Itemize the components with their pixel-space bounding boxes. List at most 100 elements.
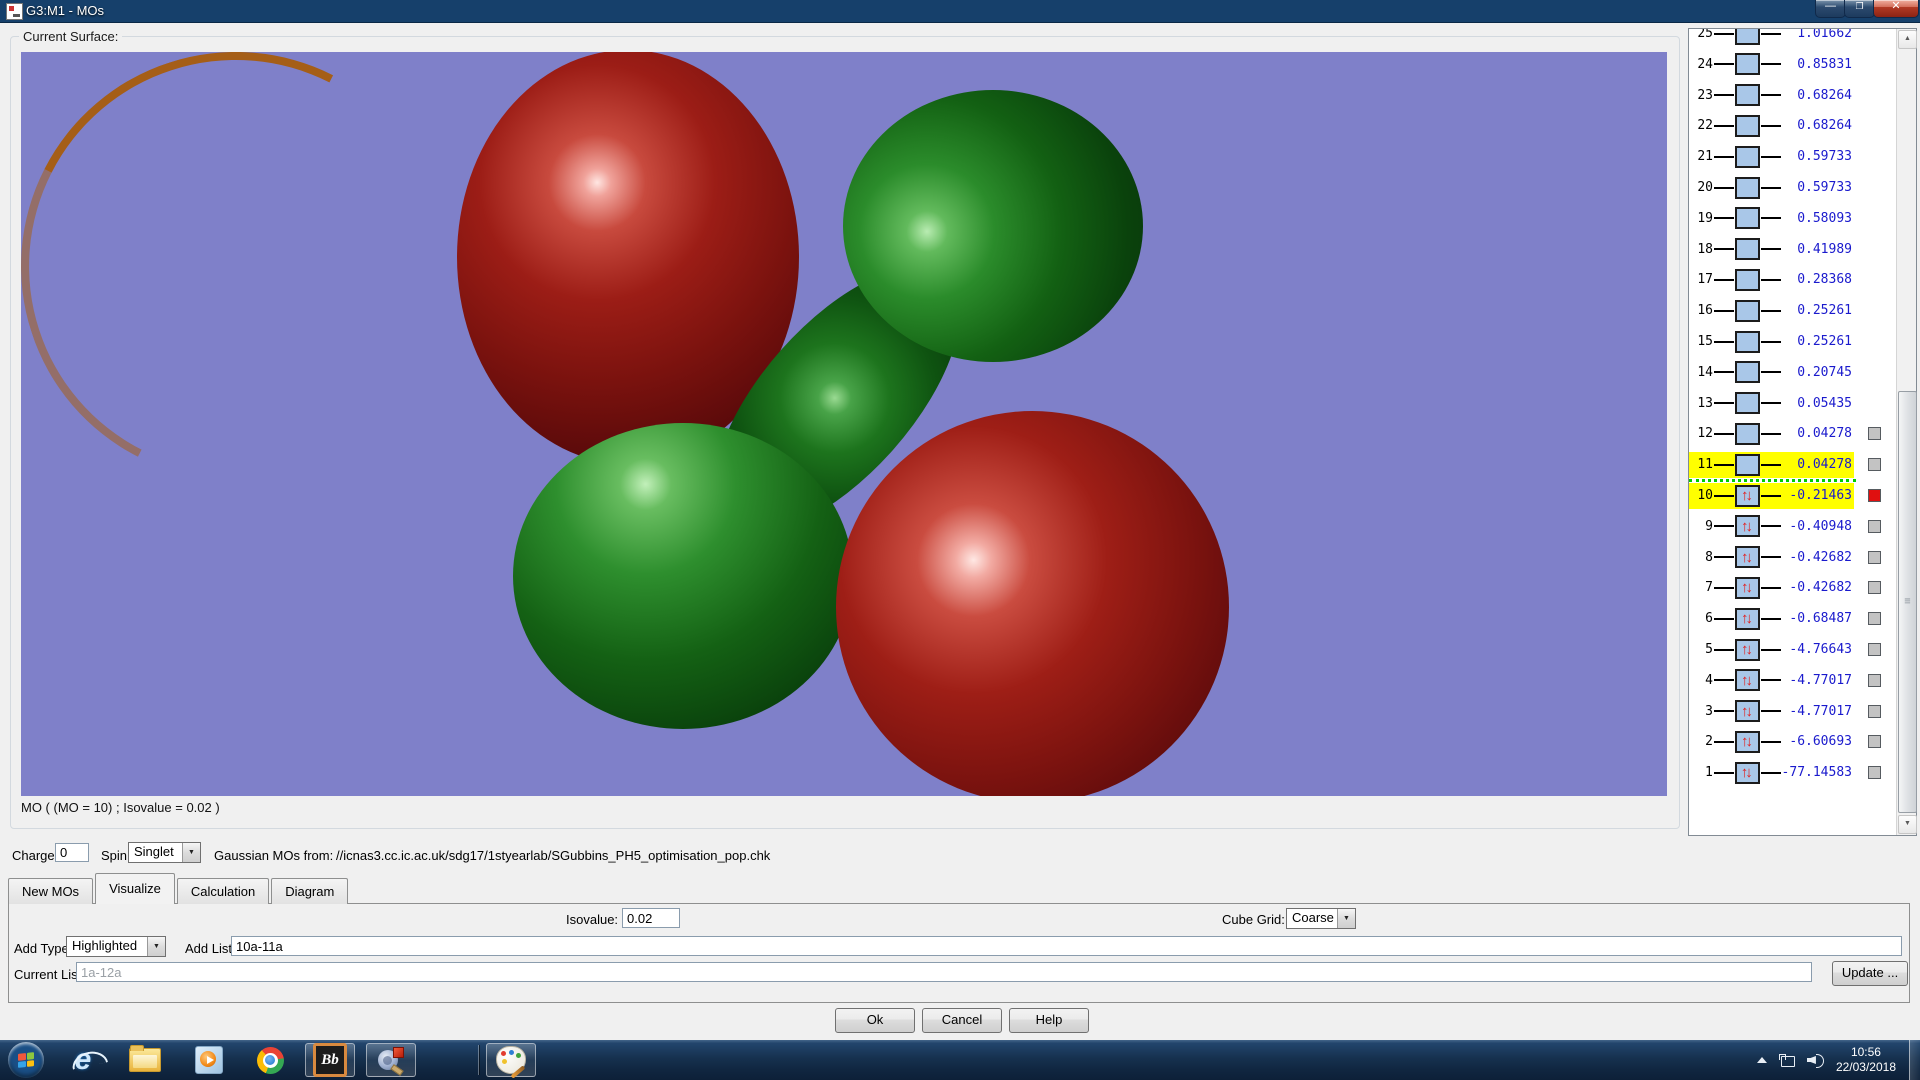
orbital-box[interactable]	[1735, 423, 1760, 445]
mo-row-2[interactable]: 2↑↓-6.60693	[1689, 726, 1894, 757]
orbital-box[interactable]	[1735, 269, 1760, 291]
orbital-box[interactable]: ↑↓	[1735, 515, 1760, 537]
mo-row-25[interactable]: 251.01662	[1689, 29, 1894, 49]
taskbar-clock[interactable]: 10:56 22/03/2018	[1836, 1045, 1896, 1075]
orbital-box[interactable]	[1735, 331, 1760, 353]
minimize-button[interactable]: —	[1815, 0, 1846, 18]
mo-row-17[interactable]: 170.28368	[1689, 264, 1894, 295]
mo-visible-checkbox[interactable]	[1868, 551, 1881, 564]
mo-visible-checkbox[interactable]	[1868, 674, 1881, 687]
show-desktop-button[interactable]	[1909, 1040, 1920, 1080]
taskbar-blackboard[interactable]: Bb	[305, 1043, 355, 1077]
add-type-dropdown[interactable]: Highlighted ▼	[66, 936, 166, 957]
orbital-box[interactable]: ↑↓	[1735, 577, 1760, 599]
add-list-input[interactable]	[231, 936, 1902, 956]
tab-calculation[interactable]: Calculation	[177, 878, 269, 904]
mo-row-main[interactable]: 240.85831	[1689, 51, 1854, 77]
isovalue-input[interactable]	[622, 908, 680, 928]
close-button[interactable]: ✕	[1873, 0, 1919, 18]
mo-row-12[interactable]: 120.04278	[1689, 418, 1894, 449]
orbital-box[interactable]	[1735, 238, 1760, 260]
update-button[interactable]: Update ...	[1832, 961, 1908, 986]
chevron-down-icon[interactable]: ▼	[1337, 909, 1355, 928]
mo-row-1[interactable]: 1↑↓-77.14583	[1689, 757, 1894, 788]
orbital-box[interactable]: ↑↓	[1735, 639, 1760, 661]
restore-button[interactable]: ❐	[1844, 0, 1875, 18]
mo-visible-checkbox-active[interactable]	[1868, 489, 1881, 502]
mo-row-main[interactable]: 5↑↓-4.76643	[1689, 637, 1854, 663]
mo-row-main[interactable]: 180.41989	[1689, 236, 1854, 262]
orbital-box[interactable]	[1735, 177, 1760, 199]
charge-input[interactable]	[55, 843, 89, 862]
orbital-box[interactable]	[1735, 392, 1760, 414]
mo-row-24[interactable]: 240.85831	[1689, 49, 1894, 80]
mo-row-22[interactable]: 220.68264	[1689, 110, 1894, 141]
orbital-box[interactable]	[1735, 454, 1760, 476]
taskbar-windows-explorer[interactable]	[122, 1043, 168, 1077]
mo-row-main[interactable]: 10↑↓-0.21463	[1689, 483, 1854, 509]
orbital-box[interactable]: ↑↓	[1735, 546, 1760, 568]
mo-visible-checkbox[interactable]	[1868, 612, 1881, 625]
help-button[interactable]: Help	[1009, 1008, 1089, 1033]
mo-row-main[interactable]: 140.20745	[1689, 359, 1854, 385]
mo-row-13[interactable]: 130.05435	[1689, 388, 1894, 419]
mo-row-19[interactable]: 190.58093	[1689, 203, 1894, 234]
mo-row-6[interactable]: 6↑↓-0.68487	[1689, 603, 1894, 634]
mo-row-15[interactable]: 150.25261	[1689, 326, 1894, 357]
taskbar-media-player[interactable]	[186, 1043, 232, 1077]
scrollbar-thumb[interactable]	[1898, 391, 1917, 813]
tab-new-mos[interactable]: New MOs	[8, 878, 93, 904]
mo-visible-checkbox[interactable]	[1868, 643, 1881, 656]
scrollbar-up-arrow-icon[interactable]: ▲	[1898, 30, 1917, 49]
mo-row-9[interactable]: 9↑↓-0.40948	[1689, 511, 1894, 542]
tab-visualize[interactable]: Visualize	[95, 873, 175, 904]
mo-row-main[interactable]: 130.05435	[1689, 390, 1854, 416]
mo-row-3[interactable]: 3↑↓-4.77017	[1689, 696, 1894, 727]
taskbar-internet-explorer[interactable]: e	[60, 1043, 106, 1077]
mo-row-main[interactable]: 160.25261	[1689, 298, 1854, 324]
orbital-box[interactable]	[1735, 207, 1760, 229]
mo-row-7[interactable]: 7↑↓-0.42682	[1689, 572, 1894, 603]
spin-dropdown[interactable]: Singlet ▼	[128, 842, 201, 863]
mo-row-10[interactable]: 10↑↓-0.21463	[1689, 480, 1894, 511]
mo-visible-checkbox[interactable]	[1868, 458, 1881, 471]
mo-row-main[interactable]: 220.68264	[1689, 113, 1854, 139]
mo-row-main[interactable]: 230.68264	[1689, 82, 1854, 108]
mo-row-4[interactable]: 4↑↓-4.77017	[1689, 665, 1894, 696]
current-list-input[interactable]	[76, 962, 1812, 982]
network-icon[interactable]	[1779, 1054, 1795, 1067]
chevron-down-icon[interactable]: ▼	[147, 937, 165, 956]
mo-row-16[interactable]: 160.25261	[1689, 295, 1894, 326]
orbital-box[interactable]	[1735, 53, 1760, 75]
taskbar-paint[interactable]	[486, 1043, 536, 1077]
mo-row-main[interactable]: 210.59733	[1689, 144, 1854, 170]
mo-row-main[interactable]: 190.58093	[1689, 205, 1854, 231]
mo-row-main[interactable]: 251.01662	[1689, 29, 1854, 47]
mo-row-20[interactable]: 200.59733	[1689, 172, 1894, 203]
scrollbar-down-arrow-icon[interactable]: ▼	[1898, 815, 1917, 834]
mo-row-8[interactable]: 8↑↓-0.42682	[1689, 542, 1894, 573]
orbital-box[interactable]: ↑↓	[1735, 700, 1760, 722]
start-button[interactable]	[8, 1042, 44, 1078]
mo-row-14[interactable]: 140.20745	[1689, 357, 1894, 388]
molecule-viewport[interactable]	[21, 52, 1667, 796]
taskbar-chrome[interactable]	[247, 1043, 293, 1077]
mo-row-23[interactable]: 230.68264	[1689, 80, 1894, 111]
mo-list-scrollbar[interactable]: ▲ ▼	[1896, 29, 1916, 835]
cube-grid-dropdown[interactable]: Coarse ▼	[1286, 908, 1356, 929]
orbital-box[interactable]	[1735, 115, 1760, 137]
mo-row-main[interactable]: 170.28368	[1689, 267, 1854, 293]
mo-row-main[interactable]: 8↑↓-0.42682	[1689, 544, 1854, 570]
mo-row-21[interactable]: 210.59733	[1689, 141, 1894, 172]
mo-visible-checkbox[interactable]	[1868, 735, 1881, 748]
mo-row-main[interactable]: 3↑↓-4.77017	[1689, 698, 1854, 724]
mo-row-11[interactable]: 110.04278	[1689, 449, 1894, 480]
chevron-down-icon[interactable]: ▼	[182, 843, 200, 862]
mo-row-main[interactable]: 120.04278	[1689, 421, 1854, 447]
speaker-icon[interactable]	[1807, 1053, 1824, 1067]
mo-row-main[interactable]: 110.04278	[1689, 452, 1854, 478]
mo-row-18[interactable]: 180.41989	[1689, 234, 1894, 265]
mo-row-main[interactable]: 4↑↓-4.77017	[1689, 667, 1854, 693]
orbital-box[interactable]: ↑↓	[1735, 731, 1760, 753]
mo-row-main[interactable]: 6↑↓-0.68487	[1689, 606, 1854, 632]
